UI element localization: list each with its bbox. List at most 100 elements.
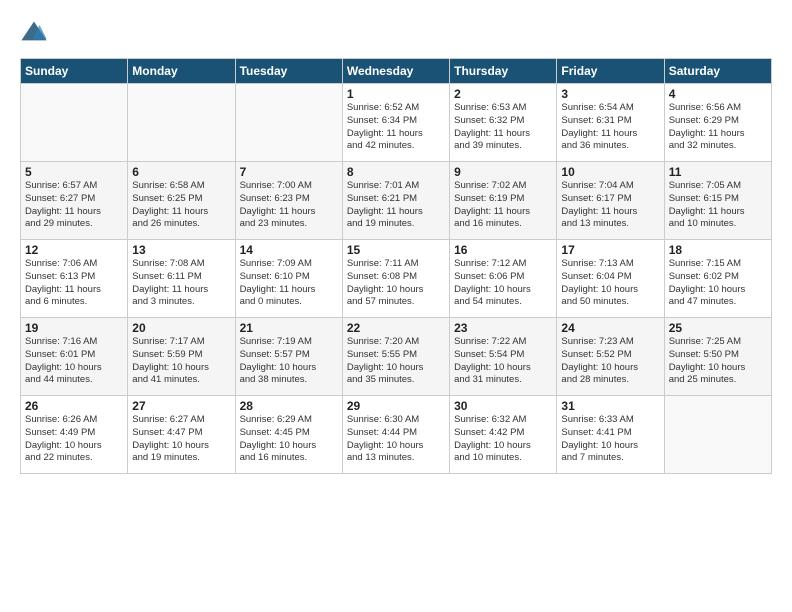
- day-info: Sunrise: 7:06 AM Sunset: 6:13 PM Dayligh…: [25, 258, 123, 309]
- day-number: 8: [347, 165, 445, 179]
- day-number: 24: [561, 321, 659, 335]
- day-number: 19: [25, 321, 123, 335]
- day-info: Sunrise: 6:56 AM Sunset: 6:29 PM Dayligh…: [669, 102, 767, 153]
- day-number: 7: [240, 165, 338, 179]
- calendar-cell: 1Sunrise: 6:52 AM Sunset: 6:34 PM Daylig…: [342, 84, 449, 162]
- weekday-header-wednesday: Wednesday: [342, 59, 449, 84]
- day-info: Sunrise: 7:11 AM Sunset: 6:08 PM Dayligh…: [347, 258, 445, 309]
- week-row-1: 1Sunrise: 6:52 AM Sunset: 6:34 PM Daylig…: [21, 84, 772, 162]
- day-info: Sunrise: 6:53 AM Sunset: 6:32 PM Dayligh…: [454, 102, 552, 153]
- calendar-cell: [235, 84, 342, 162]
- calendar-cell: 3Sunrise: 6:54 AM Sunset: 6:31 PM Daylig…: [557, 84, 664, 162]
- calendar-cell: 27Sunrise: 6:27 AM Sunset: 4:47 PM Dayli…: [128, 396, 235, 474]
- day-number: 26: [25, 399, 123, 413]
- day-info: Sunrise: 6:58 AM Sunset: 6:25 PM Dayligh…: [132, 180, 230, 231]
- day-info: Sunrise: 6:33 AM Sunset: 4:41 PM Dayligh…: [561, 414, 659, 465]
- day-number: 16: [454, 243, 552, 257]
- logo-icon: [20, 18, 48, 46]
- calendar-cell: 6Sunrise: 6:58 AM Sunset: 6:25 PM Daylig…: [128, 162, 235, 240]
- day-number: 9: [454, 165, 552, 179]
- logo: [20, 18, 52, 46]
- calendar-cell: 7Sunrise: 7:00 AM Sunset: 6:23 PM Daylig…: [235, 162, 342, 240]
- calendar-cell: 22Sunrise: 7:20 AM Sunset: 5:55 PM Dayli…: [342, 318, 449, 396]
- day-info: Sunrise: 7:13 AM Sunset: 6:04 PM Dayligh…: [561, 258, 659, 309]
- calendar-cell: 4Sunrise: 6:56 AM Sunset: 6:29 PM Daylig…: [664, 84, 771, 162]
- calendar-cell: 28Sunrise: 6:29 AM Sunset: 4:45 PM Dayli…: [235, 396, 342, 474]
- day-number: 25: [669, 321, 767, 335]
- day-number: 11: [669, 165, 767, 179]
- day-number: 12: [25, 243, 123, 257]
- day-info: Sunrise: 7:00 AM Sunset: 6:23 PM Dayligh…: [240, 180, 338, 231]
- calendar-cell: 12Sunrise: 7:06 AM Sunset: 6:13 PM Dayli…: [21, 240, 128, 318]
- day-number: 6: [132, 165, 230, 179]
- page: SundayMondayTuesdayWednesdayThursdayFrid…: [0, 0, 792, 484]
- day-number: 10: [561, 165, 659, 179]
- day-info: Sunrise: 7:17 AM Sunset: 5:59 PM Dayligh…: [132, 336, 230, 387]
- calendar-cell: [128, 84, 235, 162]
- calendar-cell: 23Sunrise: 7:22 AM Sunset: 5:54 PM Dayli…: [450, 318, 557, 396]
- day-number: 1: [347, 87, 445, 101]
- day-info: Sunrise: 7:01 AM Sunset: 6:21 PM Dayligh…: [347, 180, 445, 231]
- calendar-cell: [21, 84, 128, 162]
- calendar-cell: 5Sunrise: 6:57 AM Sunset: 6:27 PM Daylig…: [21, 162, 128, 240]
- day-number: 14: [240, 243, 338, 257]
- calendar-cell: 29Sunrise: 6:30 AM Sunset: 4:44 PM Dayli…: [342, 396, 449, 474]
- day-number: 27: [132, 399, 230, 413]
- day-info: Sunrise: 7:15 AM Sunset: 6:02 PM Dayligh…: [669, 258, 767, 309]
- header: [20, 18, 772, 46]
- calendar-cell: [664, 396, 771, 474]
- weekday-header-sunday: Sunday: [21, 59, 128, 84]
- day-info: Sunrise: 7:02 AM Sunset: 6:19 PM Dayligh…: [454, 180, 552, 231]
- day-info: Sunrise: 7:04 AM Sunset: 6:17 PM Dayligh…: [561, 180, 659, 231]
- calendar-cell: 19Sunrise: 7:16 AM Sunset: 6:01 PM Dayli…: [21, 318, 128, 396]
- calendar-cell: 16Sunrise: 7:12 AM Sunset: 6:06 PM Dayli…: [450, 240, 557, 318]
- day-info: Sunrise: 6:26 AM Sunset: 4:49 PM Dayligh…: [25, 414, 123, 465]
- weekday-header-saturday: Saturday: [664, 59, 771, 84]
- day-info: Sunrise: 7:20 AM Sunset: 5:55 PM Dayligh…: [347, 336, 445, 387]
- day-number: 31: [561, 399, 659, 413]
- day-info: Sunrise: 6:29 AM Sunset: 4:45 PM Dayligh…: [240, 414, 338, 465]
- calendar: SundayMondayTuesdayWednesdayThursdayFrid…: [20, 58, 772, 474]
- weekday-header-tuesday: Tuesday: [235, 59, 342, 84]
- calendar-cell: 26Sunrise: 6:26 AM Sunset: 4:49 PM Dayli…: [21, 396, 128, 474]
- day-number: 5: [25, 165, 123, 179]
- calendar-cell: 30Sunrise: 6:32 AM Sunset: 4:42 PM Dayli…: [450, 396, 557, 474]
- day-info: Sunrise: 7:12 AM Sunset: 6:06 PM Dayligh…: [454, 258, 552, 309]
- day-info: Sunrise: 6:54 AM Sunset: 6:31 PM Dayligh…: [561, 102, 659, 153]
- day-number: 28: [240, 399, 338, 413]
- day-number: 29: [347, 399, 445, 413]
- calendar-cell: 25Sunrise: 7:25 AM Sunset: 5:50 PM Dayli…: [664, 318, 771, 396]
- day-info: Sunrise: 7:25 AM Sunset: 5:50 PM Dayligh…: [669, 336, 767, 387]
- day-info: Sunrise: 7:05 AM Sunset: 6:15 PM Dayligh…: [669, 180, 767, 231]
- calendar-cell: 10Sunrise: 7:04 AM Sunset: 6:17 PM Dayli…: [557, 162, 664, 240]
- day-number: 22: [347, 321, 445, 335]
- calendar-cell: 14Sunrise: 7:09 AM Sunset: 6:10 PM Dayli…: [235, 240, 342, 318]
- day-number: 18: [669, 243, 767, 257]
- weekday-header-thursday: Thursday: [450, 59, 557, 84]
- day-info: Sunrise: 7:08 AM Sunset: 6:11 PM Dayligh…: [132, 258, 230, 309]
- day-info: Sunrise: 7:22 AM Sunset: 5:54 PM Dayligh…: [454, 336, 552, 387]
- calendar-cell: 24Sunrise: 7:23 AM Sunset: 5:52 PM Dayli…: [557, 318, 664, 396]
- day-info: Sunrise: 6:30 AM Sunset: 4:44 PM Dayligh…: [347, 414, 445, 465]
- day-info: Sunrise: 6:27 AM Sunset: 4:47 PM Dayligh…: [132, 414, 230, 465]
- calendar-cell: 18Sunrise: 7:15 AM Sunset: 6:02 PM Dayli…: [664, 240, 771, 318]
- day-info: Sunrise: 7:23 AM Sunset: 5:52 PM Dayligh…: [561, 336, 659, 387]
- calendar-cell: 11Sunrise: 7:05 AM Sunset: 6:15 PM Dayli…: [664, 162, 771, 240]
- day-number: 3: [561, 87, 659, 101]
- day-info: Sunrise: 7:09 AM Sunset: 6:10 PM Dayligh…: [240, 258, 338, 309]
- day-number: 30: [454, 399, 552, 413]
- day-number: 17: [561, 243, 659, 257]
- weekday-header-friday: Friday: [557, 59, 664, 84]
- day-number: 23: [454, 321, 552, 335]
- week-row-4: 19Sunrise: 7:16 AM Sunset: 6:01 PM Dayli…: [21, 318, 772, 396]
- calendar-cell: 2Sunrise: 6:53 AM Sunset: 6:32 PM Daylig…: [450, 84, 557, 162]
- calendar-cell: 21Sunrise: 7:19 AM Sunset: 5:57 PM Dayli…: [235, 318, 342, 396]
- day-number: 21: [240, 321, 338, 335]
- day-number: 4: [669, 87, 767, 101]
- week-row-2: 5Sunrise: 6:57 AM Sunset: 6:27 PM Daylig…: [21, 162, 772, 240]
- day-info: Sunrise: 6:57 AM Sunset: 6:27 PM Dayligh…: [25, 180, 123, 231]
- day-info: Sunrise: 7:16 AM Sunset: 6:01 PM Dayligh…: [25, 336, 123, 387]
- week-row-3: 12Sunrise: 7:06 AM Sunset: 6:13 PM Dayli…: [21, 240, 772, 318]
- day-number: 20: [132, 321, 230, 335]
- calendar-cell: 15Sunrise: 7:11 AM Sunset: 6:08 PM Dayli…: [342, 240, 449, 318]
